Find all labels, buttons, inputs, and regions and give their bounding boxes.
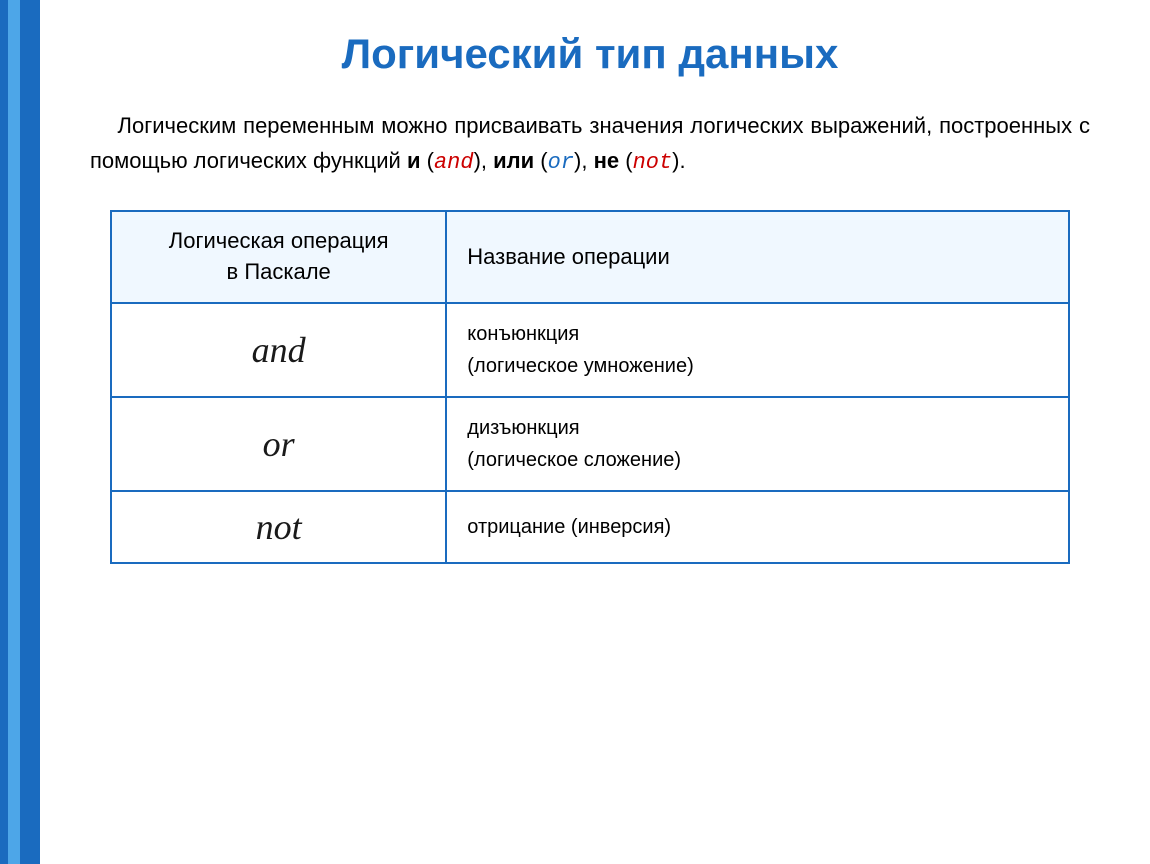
header-col-operation: Логическая операцияв Паскале [111,211,446,303]
name-or: дизъюнкция (логическое сложение) [446,397,1069,491]
page-title: Логический тип данных [90,30,1090,78]
intro-paren1-open: ( [421,148,434,173]
operation-or: or [111,397,446,491]
intro-paren2-open: ( [534,148,547,173]
name-not: отрицание (инверсия) [446,491,1069,563]
intro-code-not: not [633,150,673,175]
intro-comma2: , [581,148,593,173]
table-container: Логическая операцияв Паскале Название оп… [110,210,1070,564]
intro-bold-ili: или [493,148,534,173]
left-bar-inner [8,0,20,864]
name-or-line1: дизъюнкция [467,417,579,439]
name-and: конъюнкция (логическое умножение) [446,303,1069,397]
left-bar [0,0,40,864]
intro-paren3-open: ( [619,148,632,173]
table-header-row: Логическая операцияв Паскале Название оп… [111,211,1069,303]
table-row-not: not отрицание (инверсия) [111,491,1069,563]
name-and-line2: (логическое умножение) [467,355,693,377]
table-row-and: and конъюнкция (логическое умножение) [111,303,1069,397]
intro-comma1: , [481,148,493,173]
operation-and: and [111,303,446,397]
intro-bold-i: и [407,148,421,173]
header-col-name: Название операции [446,211,1069,303]
operation-not: not [111,491,446,563]
name-and-line1: конъюнкция [467,323,579,345]
intro-code-or: or [548,150,574,175]
intro-paragraph: Логическим переменным можно присваивать … [90,108,1090,180]
operations-table: Логическая операцияв Паскале Название оп… [110,210,1070,564]
main-content: Логический тип данных Логическим перемен… [40,0,1150,584]
name-or-line2: (логическое сложение) [467,449,681,471]
intro-paren3-close: ). [672,148,685,173]
name-not-line1: отрицание (инверсия) [467,516,671,538]
table-row-or: or дизъюнкция (логическое сложение) [111,397,1069,491]
intro-bold-ne: не [594,148,620,173]
intro-paren1-close: ) [474,148,481,173]
intro-code-and: and [434,150,474,175]
